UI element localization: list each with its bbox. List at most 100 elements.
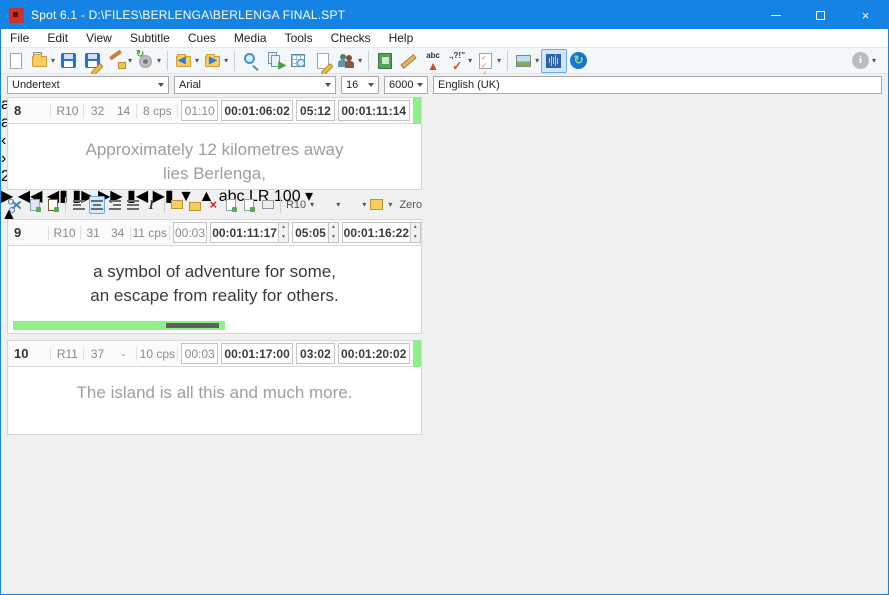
- menu-subtitle[interactable]: Subtitle: [121, 31, 179, 45]
- intro-time-field[interactable]: 00:03: [181, 343, 218, 364]
- spot-app-window: Spot 6.1 - D:\FILES\BERLENGA\BERLENGA FI…: [0, 0, 889, 595]
- style-tag[interactable]: R10: [50, 104, 83, 118]
- copy-export-button[interactable]: ▶: [263, 49, 287, 73]
- border-style-button[interactable]: [317, 196, 332, 214]
- subtitle-text-box[interactable]: Approximately 12 kilometres away lies Be…: [7, 124, 422, 190]
- cps-value: 10 cps: [136, 347, 178, 361]
- spellcheck-button[interactable]: abc▲: [421, 49, 445, 73]
- box-toggle-button[interactable]: [260, 196, 275, 214]
- align-justify-button[interactable]: [126, 196, 141, 214]
- background-color-button[interactable]: [369, 196, 384, 214]
- spacing-select[interactable]: 6000: [384, 76, 428, 94]
- subtitle-row-header[interactable]: 10 R11 37 - 10 cps 00:03 00:01:17:00 03:…: [7, 340, 422, 367]
- spinner-up-icon[interactable]: ▲: [411, 223, 420, 233]
- info-button[interactable]: i▾: [849, 49, 878, 73]
- style-tag[interactable]: R11: [50, 347, 83, 361]
- insert-before-button[interactable]: [224, 196, 239, 214]
- media-view-button[interactable]: ▾: [512, 49, 541, 73]
- subtitle-row-header-active[interactable]: 9 R10 31 34 11 cps 00:03 00:01:11:17 ▲▼ …: [7, 219, 422, 246]
- checklist-button[interactable]: ▾: [474, 49, 503, 73]
- duration-spinner[interactable]: ▲▼: [329, 222, 339, 243]
- align-center-button[interactable]: [89, 196, 104, 214]
- save-button[interactable]: [57, 49, 81, 73]
- font-select[interactable]: Arial: [174, 76, 336, 94]
- timecode-in-field[interactable]: 00:01:06:02: [221, 100, 293, 121]
- italic-icon: I: [149, 197, 154, 213]
- duration-field[interactable]: 05:05: [292, 222, 328, 243]
- timecode-out-field[interactable]: 00:01:16:22: [342, 222, 410, 243]
- open-button[interactable]: ▾: [28, 49, 57, 73]
- sync-button[interactable]: ↻: [567, 49, 591, 73]
- italic-button[interactable]: I: [144, 196, 159, 214]
- find-in-list-button[interactable]: [287, 49, 311, 73]
- style-select[interactable]: R10: [286, 199, 306, 211]
- save-as-button[interactable]: [81, 49, 105, 73]
- align-right-button[interactable]: [108, 196, 123, 214]
- menu-edit[interactable]: Edit: [38, 31, 77, 45]
- paste-button[interactable]: [45, 196, 60, 214]
- timecode-out-field[interactable]: 00:01:11:14: [338, 100, 410, 121]
- font-size-select[interactable]: 16: [341, 76, 379, 94]
- prev-file-button[interactable]: ◀▾: [172, 49, 201, 73]
- notebook-button[interactable]: [373, 49, 397, 73]
- chevron-down-icon: [325, 83, 331, 87]
- maximize-button[interactable]: [798, 1, 843, 29]
- color-picker-button[interactable]: [343, 196, 358, 214]
- menu-tools[interactable]: Tools: [276, 31, 322, 45]
- zero-label[interactable]: Zero: [399, 199, 422, 211]
- delete-subtitle-button[interactable]: ×: [206, 196, 221, 214]
- menu-file[interactable]: File: [1, 31, 38, 45]
- title-bar[interactable]: Spot 6.1 - D:\FILES\BERLENGA\BERLENGA FI…: [1, 1, 888, 29]
- measure-button[interactable]: [397, 49, 421, 73]
- spinner-down-icon[interactable]: ▼: [411, 233, 420, 243]
- intro-time-field[interactable]: 01:10: [181, 100, 218, 121]
- timecode-out-field[interactable]: 00:01:20:02: [338, 343, 410, 364]
- minimize-button[interactable]: [753, 1, 798, 29]
- style-tag[interactable]: R10: [48, 226, 79, 240]
- spinner-up-icon[interactable]: ▲: [329, 223, 338, 233]
- close-button[interactable]: ×: [843, 1, 888, 29]
- copy-button[interactable]: [27, 196, 42, 214]
- copy-pages-icon: ▶: [265, 51, 285, 71]
- collaborate-button[interactable]: ▾: [335, 49, 364, 73]
- subtitle-text-box-active[interactable]: a symbol of adventure for some, an escap…: [7, 246, 422, 334]
- dropdown-caret-icon: ▾: [310, 200, 314, 209]
- timecode-in-spinner[interactable]: ▲▼: [279, 222, 289, 243]
- punctuation-check-button[interactable]: .,?!”✓▾: [445, 49, 474, 73]
- export-media-button[interactable]: ↻▾: [134, 49, 163, 73]
- spinner-down-icon[interactable]: ▼: [279, 233, 288, 243]
- timecode-in-field[interactable]: 00:01:11:17: [210, 222, 278, 243]
- align-left-button[interactable]: [71, 196, 86, 214]
- audio-wave-button[interactable]: [541, 49, 567, 73]
- menu-view[interactable]: View: [77, 31, 121, 45]
- timecode-in-field[interactable]: 00:01:17:00: [221, 343, 293, 364]
- menu-bar: File Edit View Subtitle Cues Media Tools…: [1, 29, 888, 48]
- menu-media[interactable]: Media: [225, 31, 276, 45]
- subtitle-row-header[interactable]: 8 R10 32 14 8 cps 01:10 00:01:06:02 05:1…: [7, 97, 422, 124]
- insert-after-button[interactable]: [242, 196, 257, 214]
- spinner-down-icon[interactable]: ▼: [329, 233, 338, 243]
- merge-subtitle-button[interactable]: [188, 196, 203, 214]
- spinner-up-icon[interactable]: ▲: [279, 223, 288, 233]
- menu-help[interactable]: Help: [380, 31, 423, 45]
- subtitle-text-box[interactable]: The island is all this and much more.: [7, 367, 422, 435]
- insert-row-icon: [171, 200, 183, 209]
- new-button[interactable]: [4, 49, 28, 73]
- timecode-out-spinner[interactable]: ▲▼: [411, 222, 421, 243]
- intro-time-field[interactable]: 00:03: [173, 222, 208, 243]
- dropdown-caret-icon: ▾: [157, 56, 161, 65]
- next-file-button[interactable]: ▶▾: [201, 49, 230, 73]
- menu-checks[interactable]: Checks: [322, 31, 380, 45]
- menu-cues[interactable]: Cues: [179, 31, 225, 45]
- duration-field[interactable]: 05:12: [296, 100, 334, 121]
- search-button[interactable]: [239, 49, 263, 73]
- cut-button[interactable]: [9, 196, 24, 214]
- edit-text-button[interactable]: [311, 49, 335, 73]
- track-select[interactable]: Undertext: [7, 76, 169, 94]
- insert-subtitle-button[interactable]: [170, 196, 185, 214]
- chevron-down-icon: [417, 83, 423, 87]
- maximize-icon: [816, 11, 825, 20]
- duration-field[interactable]: 03:02: [296, 343, 334, 364]
- language-field[interactable]: English (UK): [433, 76, 882, 94]
- clean-button[interactable]: ▾: [105, 49, 134, 73]
